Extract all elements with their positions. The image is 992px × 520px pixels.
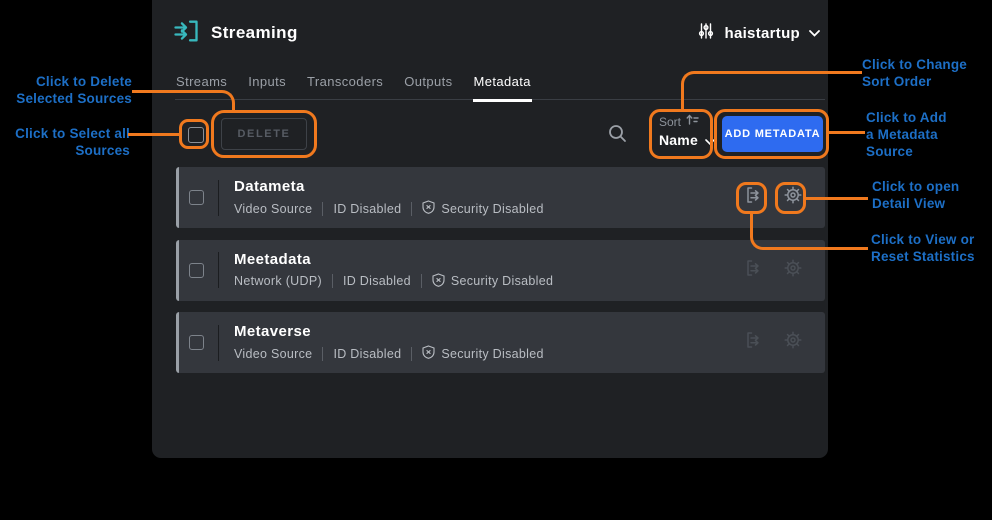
source-type: Video Source — [234, 347, 312, 361]
divider — [421, 274, 422, 288]
divider — [411, 202, 412, 216]
highlight-ring-delete — [211, 110, 317, 158]
divider — [218, 180, 219, 216]
annotation-select-all: Click to Select all Sources — [0, 125, 130, 159]
search-icon[interactable] — [608, 124, 627, 143]
source-title: Datameta — [234, 178, 544, 195]
connector-detail — [806, 197, 868, 200]
divider — [322, 347, 323, 361]
security-status: Security Disabled — [451, 274, 553, 288]
source-type: Video Source — [234, 202, 312, 216]
row-text: Metaverse Video Source ID Disabled Secur… — [234, 323, 544, 362]
tab-outputs[interactable]: Outputs — [403, 72, 453, 99]
highlight-ring-gear — [775, 182, 806, 214]
shield-icon — [422, 345, 435, 362]
list-item-metaverse[interactable]: Metaverse Video Source ID Disabled Secur… — [176, 312, 825, 373]
annotation-delete-sources: Click to Delete Selected Sources — [0, 73, 132, 107]
security-status: Security Disabled — [441, 202, 543, 216]
sliders-icon — [697, 22, 715, 45]
tab-transcoders[interactable]: Transcoders — [306, 72, 384, 99]
row-checkbox[interactable] — [189, 335, 204, 350]
annotation-sort-order: Click to Change Sort Order — [862, 56, 967, 90]
divider — [322, 202, 323, 216]
account-menu[interactable]: haistartup — [697, 22, 820, 45]
id-status: ID Disabled — [333, 347, 401, 361]
app-header: Streaming haistartup — [172, 17, 820, 49]
page-title: Streaming — [211, 23, 298, 43]
divider — [218, 252, 219, 288]
connector-add — [829, 131, 865, 134]
id-status: ID Disabled — [333, 202, 401, 216]
row-checkbox[interactable] — [189, 263, 204, 278]
list-item-meetadata[interactable]: Meetadata Network (UDP) ID Disabled Secu… — [176, 240, 825, 301]
statistics-icon[interactable] — [744, 330, 764, 355]
streaming-app-panel: Streaming haistartup Streams Inputs Tran… — [152, 0, 828, 458]
statistics-icon[interactable] — [744, 258, 764, 283]
row-text: Meetadata Network (UDP) ID Disabled Secu… — [234, 251, 553, 290]
id-status: ID Disabled — [343, 274, 411, 288]
source-type: Network (UDP) — [234, 274, 322, 288]
chevron-down-icon — [809, 24, 820, 42]
annotation-add-metadata: Click to Add a Metadata Source — [866, 109, 947, 160]
highlight-ring-statistics — [736, 182, 767, 214]
highlight-ring-sort — [649, 109, 713, 159]
row-checkbox[interactable] — [189, 190, 204, 205]
metadata-source-list: Datameta Video Source ID Disabled Securi… — [176, 167, 825, 385]
source-title: Metaverse — [234, 323, 544, 340]
connector-sort — [681, 71, 862, 110]
gear-icon[interactable] — [783, 330, 803, 355]
row-text: Datameta Video Source ID Disabled Securi… — [234, 178, 544, 217]
highlight-ring-select-all — [179, 119, 209, 149]
security-status: Security Disabled — [441, 347, 543, 361]
shield-icon — [432, 273, 445, 290]
divider — [218, 325, 219, 361]
list-item-datameta[interactable]: Datameta Video Source ID Disabled Securi… — [176, 167, 825, 228]
tab-metadata[interactable]: Metadata — [473, 72, 532, 102]
connector-delete — [132, 90, 235, 112]
account-name: haistartup — [724, 25, 800, 42]
annotation-statistics: Click to View or Reset Statistics — [871, 231, 975, 265]
connector-select-all — [128, 133, 180, 136]
source-title: Meetadata — [234, 251, 553, 268]
gear-icon[interactable] — [783, 258, 803, 283]
streaming-logo-icon — [172, 17, 200, 50]
divider — [332, 274, 333, 288]
shield-icon — [422, 200, 435, 217]
highlight-ring-add — [714, 109, 829, 159]
divider — [411, 347, 412, 361]
tab-inputs[interactable]: Inputs — [247, 72, 287, 99]
annotation-detail-view: Click to open Detail View — [872, 178, 959, 212]
connector-statistics — [750, 214, 868, 250]
